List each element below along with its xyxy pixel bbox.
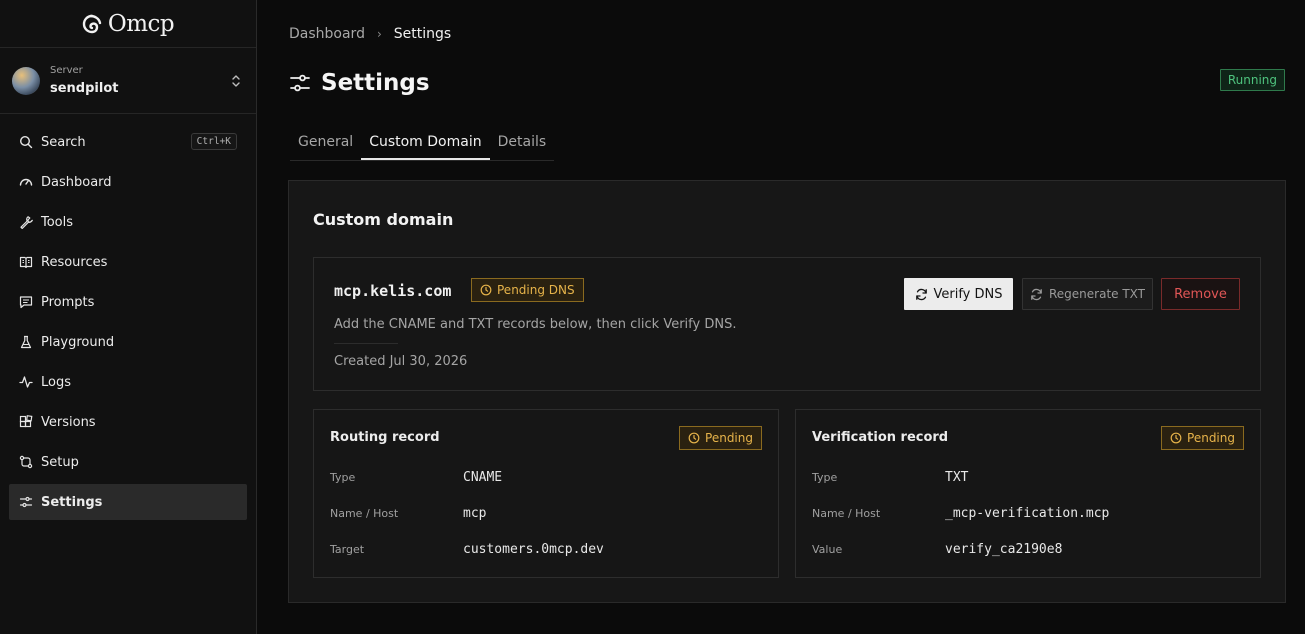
settings-tabs: General Custom Domain Details	[290, 126, 555, 161]
main-content: Dashboard › Settings Settings Running Ge…	[257, 0, 1305, 634]
status-badge: Running	[1219, 69, 1285, 91]
tab-details[interactable]: Details	[490, 126, 555, 160]
routing-status-badge: Pending	[679, 426, 762, 450]
clock-icon	[688, 432, 700, 444]
routing-record-title: Routing record	[330, 430, 440, 445]
record-key: Name / Host	[812, 507, 881, 520]
record-key: Name / Host	[330, 507, 399, 520]
sidebar-item-resources[interactable]: Resources	[9, 244, 247, 280]
record-key: Type	[330, 471, 356, 484]
routing-status-text: Pending	[705, 431, 753, 445]
sidebar-item-label: Tools	[41, 214, 74, 230]
record-row: Name / Host mcp	[330, 506, 760, 521]
sidebar-item-label: Prompts	[41, 294, 95, 310]
verify-dns-button[interactable]: Verify DNS	[904, 278, 1013, 310]
custom-domain-panel: Custom domain mcp.kelis.com Pending DNS …	[288, 180, 1286, 603]
refresh-icon	[1031, 288, 1042, 300]
sidebar-item-dashboard[interactable]: Dashboard	[9, 164, 247, 200]
chevron-right-icon: ›	[376, 27, 382, 41]
route-icon	[19, 455, 33, 469]
verification-status-text: Pending	[1187, 431, 1235, 445]
search-icon	[19, 135, 33, 149]
sidebar-item-label: Setup	[41, 454, 79, 470]
record-key: Target	[330, 543, 365, 556]
book-icon	[19, 255, 33, 269]
sidebar-item-label: Resources	[41, 254, 108, 270]
sidebar-item-tools[interactable]: Tools	[9, 204, 247, 240]
verify-dns-label: Verify DNS	[933, 286, 1003, 302]
verification-record-card: Verification record Pending Type TXT Nam…	[795, 409, 1261, 578]
server-switcher[interactable]: Server sendpilot	[0, 48, 256, 114]
blocks-icon	[19, 415, 33, 429]
sliders-icon	[19, 495, 33, 509]
sidebar-item-label: Logs	[41, 374, 71, 390]
sidebar-item-playground[interactable]: Playground	[9, 324, 247, 360]
sidebar-item-prompts[interactable]: Prompts	[9, 284, 247, 320]
domain-instructions: Add the CNAME and TXT records below, the…	[334, 317, 737, 332]
page-title: Settings	[321, 70, 430, 96]
record-value[interactable]: _mcp-verification.mcp	[945, 506, 1109, 521]
routing-record-card: Routing record Pending Type CNAME Name /…	[313, 409, 779, 578]
record-row: Target customers.0mcp.dev	[330, 542, 760, 557]
sidebar-item-label: Versions	[41, 414, 96, 430]
sliders-icon	[290, 74, 310, 92]
server-name: sendpilot	[50, 80, 119, 96]
record-row: Name / Host _mcp-verification.mcp	[812, 506, 1242, 521]
gauge-icon	[19, 175, 33, 189]
verification-record-title: Verification record	[812, 430, 949, 445]
record-row: Value verify_ca2190e8	[812, 542, 1242, 557]
section-title: Custom domain	[313, 210, 454, 229]
regenerate-txt-label: Regenerate TXT	[1048, 287, 1146, 301]
sidebar-item-label: Search	[41, 134, 86, 150]
activity-icon	[19, 375, 33, 389]
tab-general[interactable]: General	[290, 126, 361, 160]
domain-created-date: Created Jul 30, 2026	[334, 354, 468, 369]
domain-status-badge: Pending DNS	[471, 278, 584, 302]
app-logo[interactable]: Omcp	[0, 0, 256, 48]
sidebar-item-logs[interactable]: Logs	[9, 364, 247, 400]
sidebar-item-setup[interactable]: Setup	[9, 444, 247, 480]
wrench-icon	[19, 215, 33, 229]
record-row: Type CNAME	[330, 470, 760, 485]
sidebar-nav: Search Ctrl+K Dashboard Tools Resources	[0, 114, 256, 520]
sidebar-item-versions[interactable]: Versions	[9, 404, 247, 440]
domain-card: mcp.kelis.com Pending DNS Add the CNAME …	[313, 257, 1261, 391]
sidebar-item-label: Settings	[41, 494, 103, 510]
record-value[interactable]: customers.0mcp.dev	[463, 542, 604, 557]
app-name: Omcp	[107, 10, 175, 37]
record-value[interactable]: CNAME	[463, 470, 502, 485]
verification-status-badge: Pending	[1161, 426, 1244, 450]
clock-icon	[1170, 432, 1182, 444]
remove-button[interactable]: Remove	[1161, 278, 1240, 310]
sidebar-item-label: Playground	[41, 334, 115, 350]
breadcrumb-current: Settings	[393, 26, 452, 42]
clock-icon	[480, 284, 492, 296]
sidebar-item-search[interactable]: Search Ctrl+K	[9, 124, 247, 160]
divider	[334, 343, 398, 344]
sidebar-item-label: Dashboard	[41, 174, 112, 190]
record-value[interactable]: mcp	[463, 506, 486, 521]
breadcrumb: Dashboard › Settings	[289, 26, 451, 42]
message-icon	[19, 295, 33, 309]
breadcrumb-dashboard[interactable]: Dashboard	[289, 26, 365, 42]
regenerate-txt-button[interactable]: Regenerate TXT	[1022, 278, 1153, 310]
sidebar: Omcp Server sendpilot Search Ctrl+K Dash…	[0, 0, 257, 634]
refresh-icon	[915, 288, 927, 300]
record-key: Type	[812, 471, 838, 484]
server-label: Server	[50, 64, 83, 76]
record-row: Type TXT	[812, 470, 1242, 485]
domain-name: mcp.kelis.com	[334, 282, 452, 300]
record-value[interactable]: TXT	[945, 470, 968, 485]
domain-status-text: Pending DNS	[497, 283, 575, 297]
server-avatar	[12, 66, 40, 95]
logo-icon	[82, 14, 102, 33]
sidebar-item-settings[interactable]: Settings	[9, 484, 247, 520]
page-header: Settings	[289, 70, 430, 96]
tab-custom-domain[interactable]: Custom Domain	[361, 126, 490, 160]
search-shortcut: Ctrl+K	[190, 133, 237, 150]
chevrons-up-down-icon[interactable]	[230, 72, 242, 90]
record-key: Value	[812, 543, 843, 556]
record-value[interactable]: verify_ca2190e8	[945, 542, 1062, 557]
flask-icon	[19, 335, 33, 349]
